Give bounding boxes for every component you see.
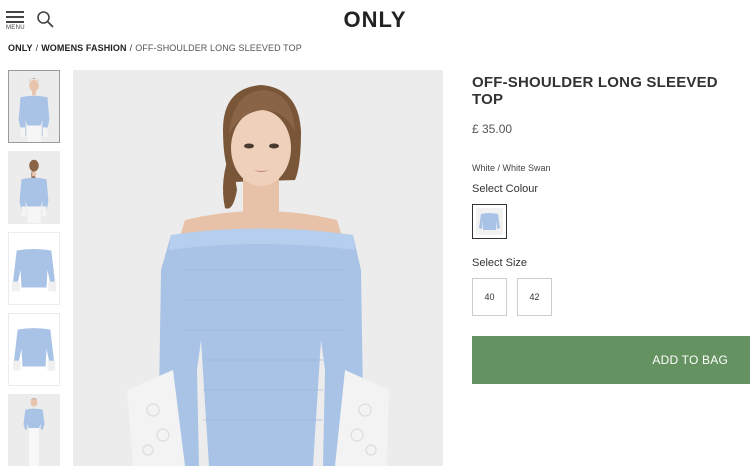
menu-button[interactable]: MENU (6, 11, 28, 31)
breadcrumb-link-home[interactable]: ONLY (8, 43, 33, 53)
thumbnail-image (9, 395, 59, 466)
product-info: OFF-SHOULDER LONG SLEEVED TOP £ 35.00 Wh… (472, 70, 750, 384)
thumbnail-front[interactable] (8, 70, 60, 143)
swatch-garment (476, 208, 503, 235)
select-colour-label: Select Colour (472, 183, 539, 195)
hamburger-icon-bar (6, 21, 24, 23)
product-price: £ 35.00 (472, 122, 513, 136)
size-options: 40 42 (472, 278, 750, 316)
thumbnail-image (9, 71, 59, 142)
thumbnail-back[interactable] (8, 151, 60, 224)
hamburger-icon-bar (6, 16, 24, 18)
select-size-label: Select Size (472, 257, 528, 269)
colour-name: White / White Swan (472, 163, 551, 173)
menu-label: MENU (6, 25, 25, 31)
main-product-image[interactable] (73, 70, 443, 466)
size-option-40[interactable]: 40 (472, 278, 507, 316)
thumbnail-flat-back[interactable] (8, 313, 60, 386)
thumbnail-flat-front[interactable] (8, 232, 60, 305)
add-to-bag-button[interactable]: ADD TO BAG (472, 336, 750, 384)
thumbnail-image (9, 314, 59, 385)
breadcrumb: ONLY / WOMENS FASHION / OFF-SHOULDER LONG SL… (8, 43, 302, 53)
colour-swatch-white-swan[interactable] (472, 204, 507, 239)
thumbnail-gallery (8, 70, 60, 466)
search-button[interactable] (36, 10, 54, 28)
brand-logo[interactable]: ONLY (343, 7, 406, 32)
hamburger-icon (6, 11, 24, 13)
swatch-image (476, 208, 503, 235)
product-photo (73, 70, 443, 466)
search-icon (37, 11, 54, 28)
thumbnail-full-body[interactable] (8, 394, 60, 466)
size-option-42[interactable]: 42 (517, 278, 552, 316)
breadcrumb-link-category[interactable]: WOMENS FASHION (41, 43, 126, 53)
breadcrumb-current: OFF-SHOULDER LONG SLEEVED TOP (135, 43, 302, 53)
breadcrumb-separator: / (129, 43, 133, 53)
thumbnail-image (9, 233, 59, 304)
product-title: OFF-SHOULDER LONG SLEEVED TOP (472, 74, 718, 108)
site-header: MENU ONLY (0, 0, 750, 40)
thumbnail-image (9, 152, 59, 223)
logo-wrapper: ONLY (0, 7, 750, 33)
breadcrumb-separator: / (35, 43, 39, 53)
